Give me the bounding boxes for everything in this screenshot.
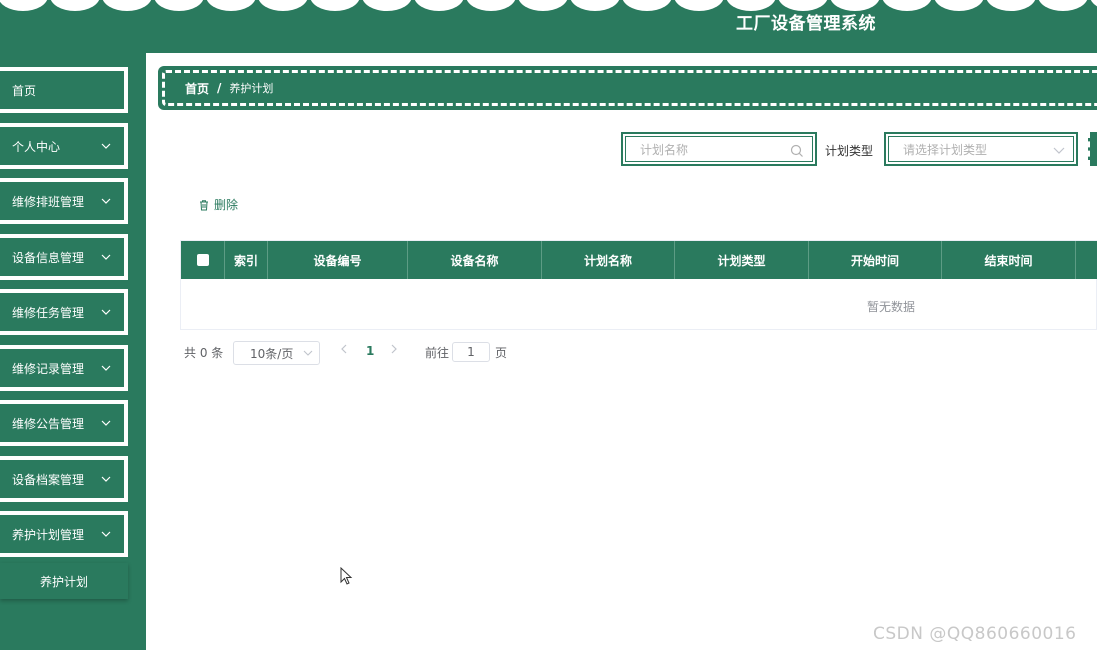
sidebar-item-label: 首页 — [12, 83, 37, 98]
column-header-start-time[interactable]: 开始时间 — [809, 241, 942, 279]
mouse-cursor-icon — [340, 567, 353, 585]
header-scallop — [882, 0, 932, 11]
chevron-down-icon — [101, 198, 111, 204]
sidebar-item-equipment-info[interactable]: 设备信息管理 — [0, 234, 128, 280]
sidebar: 首页 个人中心 维修排班管理 设备信息管理 维修任务管理 维修记录管理 维修公告… — [0, 53, 146, 650]
chevron-down-icon — [101, 365, 111, 371]
watermark: CSDN @QQ860660016 — [873, 624, 1077, 644]
plan-name-placeholder: 计划名称 — [640, 142, 689, 157]
column-header-plan-type[interactable]: 计划类型 — [675, 241, 809, 279]
header-scallop — [570, 0, 620, 11]
plan-type-placeholder: 请选择计划类型 — [903, 142, 988, 157]
sidebar-item-maintenance-records[interactable]: 维修记录管理 — [0, 345, 128, 391]
sidebar-item-label: 设备档案管理 — [12, 472, 85, 487]
chevron-down-icon — [101, 531, 111, 537]
header-scallop — [362, 0, 412, 11]
chevron-right-icon — [391, 344, 397, 354]
chevron-down-icon — [101, 476, 111, 482]
header-scallop — [258, 0, 308, 11]
header-scallop — [50, 0, 100, 11]
pagination-total: 共 0 条 — [184, 346, 224, 360]
header-scallop — [518, 0, 568, 11]
chevron-down-icon — [101, 143, 111, 149]
header-scallop — [206, 0, 256, 11]
sidebar-item-maintenance-notices[interactable]: 维修公告管理 — [0, 400, 128, 446]
plan-type-select[interactable]: 请选择计划类型 — [884, 132, 1078, 166]
sidebar-item-label: 维修公告管理 — [12, 416, 85, 431]
plan-type-label: 计划类型 — [825, 144, 874, 158]
select-all-cell — [181, 241, 225, 279]
sidebar-item-label: 设备信息管理 — [12, 250, 85, 265]
breadcrumb-separator: / — [217, 81, 222, 95]
chevron-left-icon — [341, 344, 347, 354]
breadcrumb-home-link[interactable]: 首页 — [185, 80, 209, 97]
page-size-select[interactable]: 10条/页 — [233, 341, 320, 365]
chevron-down-icon — [101, 309, 111, 315]
breadcrumb-current: 养护计划 — [229, 82, 274, 95]
header-scallop — [414, 0, 464, 11]
search-button[interactable] — [1088, 132, 1097, 166]
column-header-index[interactable]: 索引 — [225, 241, 268, 279]
header-scallop — [1038, 0, 1088, 11]
chevron-down-icon — [303, 350, 313, 356]
plan-type-select-inner[interactable]: 请选择计划类型 — [888, 136, 1074, 162]
sidebar-item-label: 维修记录管理 — [12, 361, 85, 376]
breadcrumb-inner: 首页 / 养护计划 — [162, 70, 1097, 106]
prev-page-button[interactable] — [340, 343, 348, 358]
header-scallop — [1090, 0, 1097, 7]
app-title: 工厂设备管理系统 — [736, 14, 876, 34]
chevron-down-icon — [101, 420, 111, 426]
next-page-button[interactable] — [390, 343, 398, 358]
column-header-equipment-name[interactable]: 设备名称 — [408, 241, 542, 279]
sidebar-subitem-label: 养护计划 — [39, 574, 88, 589]
column-header-plan-name[interactable]: 计划名称 — [542, 241, 675, 279]
plan-name-input[interactable]: 计划名称 — [625, 136, 813, 162]
sidebar-item-label: 维修任务管理 — [12, 305, 85, 320]
header-scallop — [934, 0, 984, 11]
breadcrumb: 首页 / 养护计划 — [158, 66, 1097, 110]
care-plan-table: 索引 设备编号 设备名称 计划名称 计划类型 开始时间 结束时间 暂无数据 — [180, 240, 1097, 330]
sidebar-item-home[interactable]: 首页 — [0, 67, 128, 113]
chevron-down-icon — [101, 254, 111, 260]
header-scallop — [986, 0, 1036, 11]
column-header-overflow — [1076, 241, 1097, 279]
header-scallop — [674, 0, 724, 11]
column-header-end-time[interactable]: 结束时间 — [942, 241, 1076, 279]
sidebar-item-maintenance-tasks[interactable]: 维修任务管理 — [0, 289, 128, 335]
sidebar-item-label: 个人中心 — [12, 139, 61, 154]
sidebar-item-label: 维修排班管理 — [12, 194, 85, 209]
select-all-checkbox[interactable] — [196, 254, 209, 266]
sidebar-item-care-plan-management[interactable]: 养护计划管理 — [0, 511, 128, 557]
column-header-equipment-code[interactable]: 设备编号 — [268, 241, 408, 279]
delete-button[interactable]: 删除 — [198, 196, 238, 213]
page-number-current[interactable]: 1 — [366, 344, 374, 358]
sidebar-item-maintenance-schedule[interactable]: 维修排班管理 — [0, 178, 128, 224]
table-empty-text: 暂无数据 — [867, 300, 916, 314]
search-icon[interactable] — [790, 144, 804, 158]
header-scallop — [102, 0, 152, 11]
goto-page-input[interactable]: 1 — [452, 342, 490, 362]
sidebar-subitem-care-plan[interactable]: 养护计划 — [0, 563, 128, 599]
sidebar-item-equipment-archives[interactable]: 设备档案管理 — [0, 456, 128, 502]
sidebar-item-label: 养护计划管理 — [12, 527, 85, 542]
sidebar-item-personal-center[interactable]: 个人中心 — [0, 123, 128, 169]
app-header: 工厂设备管理系统 — [0, 0, 1097, 53]
header-scallop — [0, 0, 48, 11]
header-scallop — [154, 0, 204, 11]
goto-suffix: 页 — [495, 346, 508, 360]
goto-prefix: 前往 — [425, 346, 450, 360]
plan-name-search[interactable]: 计划名称 — [621, 132, 817, 166]
header-scallop — [310, 0, 360, 11]
chevron-down-icon — [1053, 147, 1065, 154]
pagination: 共 0 条 10条/页 1 前往 1 页 — [184, 340, 544, 366]
delete-button-label: 删除 — [214, 198, 239, 212]
header-scallop-decoration — [0, 0, 1097, 11]
header-scallop — [466, 0, 516, 11]
trash-icon — [200, 199, 208, 210]
header-scallop — [622, 0, 672, 11]
page-size-value: 10条/页 — [250, 346, 294, 361]
table-header: 索引 设备编号 设备名称 计划名称 计划类型 开始时间 结束时间 — [181, 241, 1097, 279]
